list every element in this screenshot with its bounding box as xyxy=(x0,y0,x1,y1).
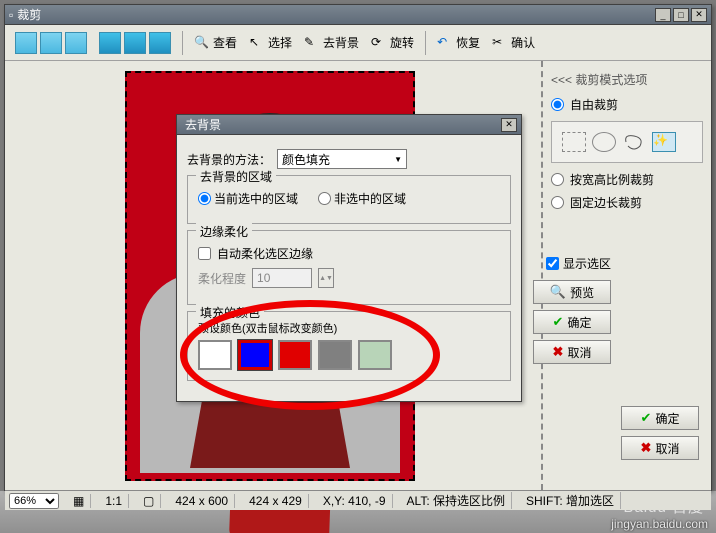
maximize-button[interactable]: □ xyxy=(673,8,689,22)
status-bar: 66% ▦ 1:1 ▢ 424 x 600 424 x 429 X,Y: 410… xyxy=(5,490,711,510)
region-fieldset: 去背景的区域 当前选中的区域 非选中的区域 xyxy=(187,175,511,224)
swatch-red[interactable] xyxy=(278,340,312,370)
rotate-icon: ⟳ xyxy=(371,35,387,51)
remove-bg-label: 去背景 xyxy=(323,34,359,51)
region-legend: 去背景的区域 xyxy=(196,168,276,185)
crop-mode-title: <<< 裁剪模式选项 xyxy=(551,71,703,88)
swatch-gray[interactable] xyxy=(318,340,352,370)
dims-crop: 424 x 429 xyxy=(243,494,309,508)
method-select[interactable]: 颜色填充 ▼ xyxy=(277,149,407,169)
rotate-button[interactable]: ⟳ 旋转 xyxy=(367,32,418,53)
region-unselected-radio[interactable]: 非选中的区域 xyxy=(318,190,406,207)
minimize-button[interactable]: _ xyxy=(655,8,671,22)
rotate-label: 旋转 xyxy=(390,34,414,51)
preview-button[interactable]: 🔍 预览 xyxy=(533,280,611,304)
preset-label: 预设颜色(双击鼠标改变颜色) xyxy=(198,320,500,336)
check-icon: ✔ xyxy=(553,314,564,330)
scissors-icon: ✂ xyxy=(492,35,508,51)
mouse-coords: X,Y: 410, -9 xyxy=(317,494,393,508)
auto-soften-check[interactable]: 自动柔化选区边缘 xyxy=(198,245,500,262)
rect-select-tool[interactable] xyxy=(562,132,586,152)
swatch-white[interactable] xyxy=(198,340,232,370)
restore-label: 恢复 xyxy=(456,34,480,51)
fixed-crop-input[interactable] xyxy=(551,196,564,209)
remove-bg-dialog: 去背景 ✕ 去背景的方法： 颜色填充 ▼ 去背景的区域 当前选中的区域 非选中的… xyxy=(176,114,522,402)
alt-hint: ALT: 保持选区比例 xyxy=(401,492,512,509)
color-swatches xyxy=(198,340,500,370)
magnifier-icon: 🔍 xyxy=(550,284,566,300)
soften-degree-input xyxy=(252,268,312,288)
shift-hint: SHIFT: 增加选区 xyxy=(520,492,621,509)
grid-icon[interactable]: ▢ xyxy=(137,494,161,508)
ratio-preset-1[interactable] xyxy=(15,32,37,54)
main-ok-button[interactable]: ✔ 确定 xyxy=(621,406,699,430)
free-crop-input[interactable] xyxy=(551,98,564,111)
cross-icon: ✖ xyxy=(553,344,564,360)
spinner-icon: ▲▼ xyxy=(318,268,334,288)
restore-button[interactable]: ↶ 恢复 xyxy=(433,32,484,53)
region-current-radio[interactable]: 当前选中的区域 xyxy=(198,190,298,207)
soften-fieldset: 边缘柔化 自动柔化选区边缘 柔化程度 ▲▼ xyxy=(187,230,511,305)
undo-icon: ↶ xyxy=(437,35,453,51)
check-icon: ✔ xyxy=(641,410,652,426)
main-toolbar: 🔍 查看 ↖ 选择 ✎ 去背景 ⟳ 旋转 ↶ 恢复 ✂ 确认 xyxy=(5,25,711,61)
method-label: 去背景的方法： xyxy=(187,151,271,168)
view-button[interactable]: 🔍 查看 xyxy=(190,32,241,53)
main-cancel-button[interactable]: ✖ 取消 xyxy=(621,436,699,460)
dims-original: 424 x 600 xyxy=(169,494,235,508)
remove-bg-icon: ✎ xyxy=(304,35,320,51)
view-label: 查看 xyxy=(213,34,237,51)
select-button[interactable]: ↖ 选择 xyxy=(245,32,296,53)
oval-select-tool[interactable] xyxy=(592,132,616,152)
cross-icon: ✖ xyxy=(641,440,652,456)
lasso-select-tool[interactable] xyxy=(622,132,646,152)
selection-tools: ✨ xyxy=(551,121,703,163)
dialog-ok-button[interactable]: ✔ 确定 xyxy=(533,310,611,334)
confirm-button[interactable]: ✂ 确认 xyxy=(488,32,539,53)
main-titlebar[interactable]: ▫ 裁剪 _ □ ✕ xyxy=(5,5,711,25)
aspect-ratio-group xyxy=(11,32,91,54)
ratio-preset-2[interactable] xyxy=(40,32,62,54)
ratio-preset-4[interactable] xyxy=(99,32,121,54)
swatch-blue[interactable] xyxy=(238,340,272,370)
ratio-preset-6[interactable] xyxy=(149,32,171,54)
fit-icon[interactable]: ▦ xyxy=(67,494,91,508)
main-title: 裁剪 xyxy=(13,6,655,23)
soften-legend: 边缘柔化 xyxy=(196,223,252,240)
ratio-11[interactable]: 1:1 xyxy=(99,494,129,508)
magnifier-icon: 🔍 xyxy=(194,35,210,51)
confirm-label: 确认 xyxy=(511,34,535,51)
chevron-down-icon: ▼ xyxy=(394,155,402,164)
fill-color-fieldset: 填充的颜色 预设颜色(双击鼠标改变颜色) xyxy=(187,311,511,381)
remove-bg-button[interactable]: ✎ 去背景 xyxy=(300,32,363,53)
watermark-url: jingyan.baidu.com xyxy=(611,517,708,531)
ratio-crop-input[interactable] xyxy=(551,173,564,186)
cursor-icon: ↖ xyxy=(249,35,265,51)
close-button[interactable]: ✕ xyxy=(691,8,707,22)
zoom-select[interactable]: 66% xyxy=(9,493,59,509)
dialog-titlebar[interactable]: 去背景 ✕ xyxy=(177,115,521,135)
magic-wand-tool[interactable]: ✨ xyxy=(652,132,676,152)
free-crop-radio[interactable]: 自由裁剪 xyxy=(551,96,703,113)
dialog-cancel-button[interactable]: ✖ 取消 xyxy=(533,340,611,364)
fixed-crop-radio[interactable]: 固定边长裁剪 xyxy=(551,194,703,211)
ratio-crop-radio[interactable]: 按宽高比例裁剪 xyxy=(551,171,703,188)
ratio-preset-5[interactable] xyxy=(124,32,146,54)
ratio-preset-3[interactable] xyxy=(65,32,87,54)
fill-legend: 填充的颜色 xyxy=(196,304,264,321)
swatch-green[interactable] xyxy=(358,340,392,370)
select-label: 选择 xyxy=(268,34,292,51)
dialog-title: 去背景 xyxy=(181,116,501,133)
dialog-close-button[interactable]: ✕ xyxy=(501,118,517,132)
soften-degree-label: 柔化程度 xyxy=(198,270,246,287)
show-selection-check[interactable]: 显示选区 xyxy=(546,255,611,272)
